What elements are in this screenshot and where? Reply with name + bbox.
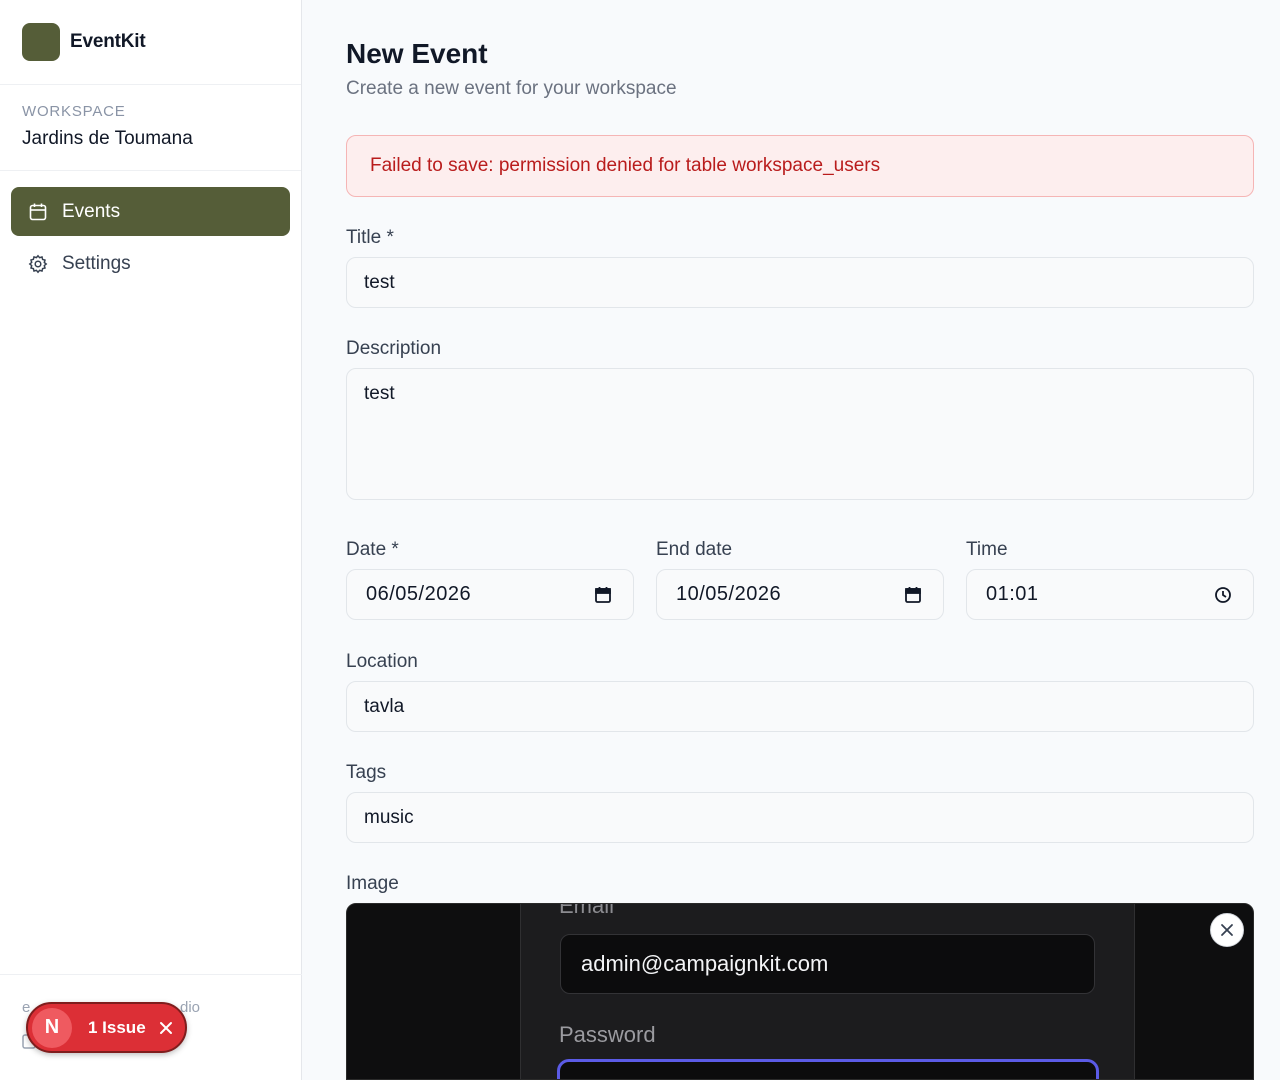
image-preview: Email admin@campaignkit.com Password <box>346 903 1254 1080</box>
workspace-info: WORKSPACE Jardins de Toumana <box>0 85 301 171</box>
error-message: Failed to save: permission denied for ta… <box>370 155 881 176</box>
sidebar: EventKit WORKSPACE Jardins de Toumana Ev… <box>0 0 302 1080</box>
image-screenshot-panel: Email admin@campaignkit.com Password <box>520 903 1135 1079</box>
description-label: Description <box>346 338 442 359</box>
image-label: Image <box>346 873 399 894</box>
time-value: 01:01 <box>986 583 1039 605</box>
location-value: tavla <box>364 695 405 717</box>
image-email-label: Email <box>559 903 615 918</box>
app-logo <box>22 23 60 61</box>
description-value: test <box>364 383 395 404</box>
description-textarea[interactable]: test <box>346 368 1254 500</box>
error-alert: Failed to save: permission denied for ta… <box>346 135 1254 197</box>
sidebar-item-settings[interactable]: Settings <box>11 239 290 288</box>
app-name: EventKit <box>70 31 146 52</box>
workspace-name: Jardins de Toumana <box>22 128 193 149</box>
close-icon[interactable] <box>158 1020 174 1036</box>
brand[interactable]: EventKit <box>0 0 301 85</box>
gear-icon <box>27 253 49 275</box>
remove-image-button[interactable] <box>1210 913 1244 947</box>
end-date-label: End date <box>656 539 733 560</box>
title-label: Title * <box>346 227 394 248</box>
calendar-icon[interactable] <box>593 585 613 605</box>
image-password-label: Password <box>559 1022 656 1047</box>
issue-count-label[interactable]: 1 Issue <box>88 1018 146 1038</box>
sidebar-nav: Events Settings <box>0 171 301 307</box>
image-email-field: admin@campaignkit.com <box>560 934 1095 994</box>
tags-value: music <box>364 806 414 828</box>
date-value: 06/05/2026 <box>366 583 472 605</box>
date-input[interactable]: 06/05/2026 <box>346 569 634 620</box>
issues-indicator[interactable]: N 1 Issue <box>26 1002 187 1053</box>
page-title: New Event <box>346 38 488 69</box>
sidebar-item-events[interactable]: Events <box>11 187 290 236</box>
tags-input[interactable]: music <box>346 792 1254 843</box>
time-input[interactable]: 01:01 <box>966 569 1254 620</box>
clock-icon[interactable] <box>1213 585 1233 605</box>
location-input[interactable]: tavla <box>346 681 1254 732</box>
image-email-value: admin@campaignkit.com <box>581 951 829 976</box>
tags-label: Tags <box>346 762 387 783</box>
date-label: Date * <box>346 539 399 560</box>
title-input[interactable]: test <box>346 257 1254 308</box>
page-subtitle: Create a new event for your workspace <box>346 78 677 99</box>
nextjs-logo-icon[interactable]: N <box>32 1007 72 1048</box>
workspace-label: WORKSPACE <box>22 103 126 120</box>
close-icon <box>1219 922 1235 938</box>
sidebar-item-label: Events <box>62 200 121 222</box>
calendar-icon <box>27 201 49 223</box>
end-date-value: 10/05/2026 <box>676 583 782 605</box>
calendar-icon[interactable] <box>903 585 923 605</box>
image-password-field <box>557 1059 1099 1079</box>
sidebar-item-label: Settings <box>62 252 131 274</box>
end-date-input[interactable]: 10/05/2026 <box>656 569 944 620</box>
main-content: New Event Create a new event for your wo… <box>303 0 1280 1080</box>
location-label: Location <box>346 651 418 672</box>
title-value: test <box>364 271 395 293</box>
time-label: Time <box>966 539 1008 560</box>
